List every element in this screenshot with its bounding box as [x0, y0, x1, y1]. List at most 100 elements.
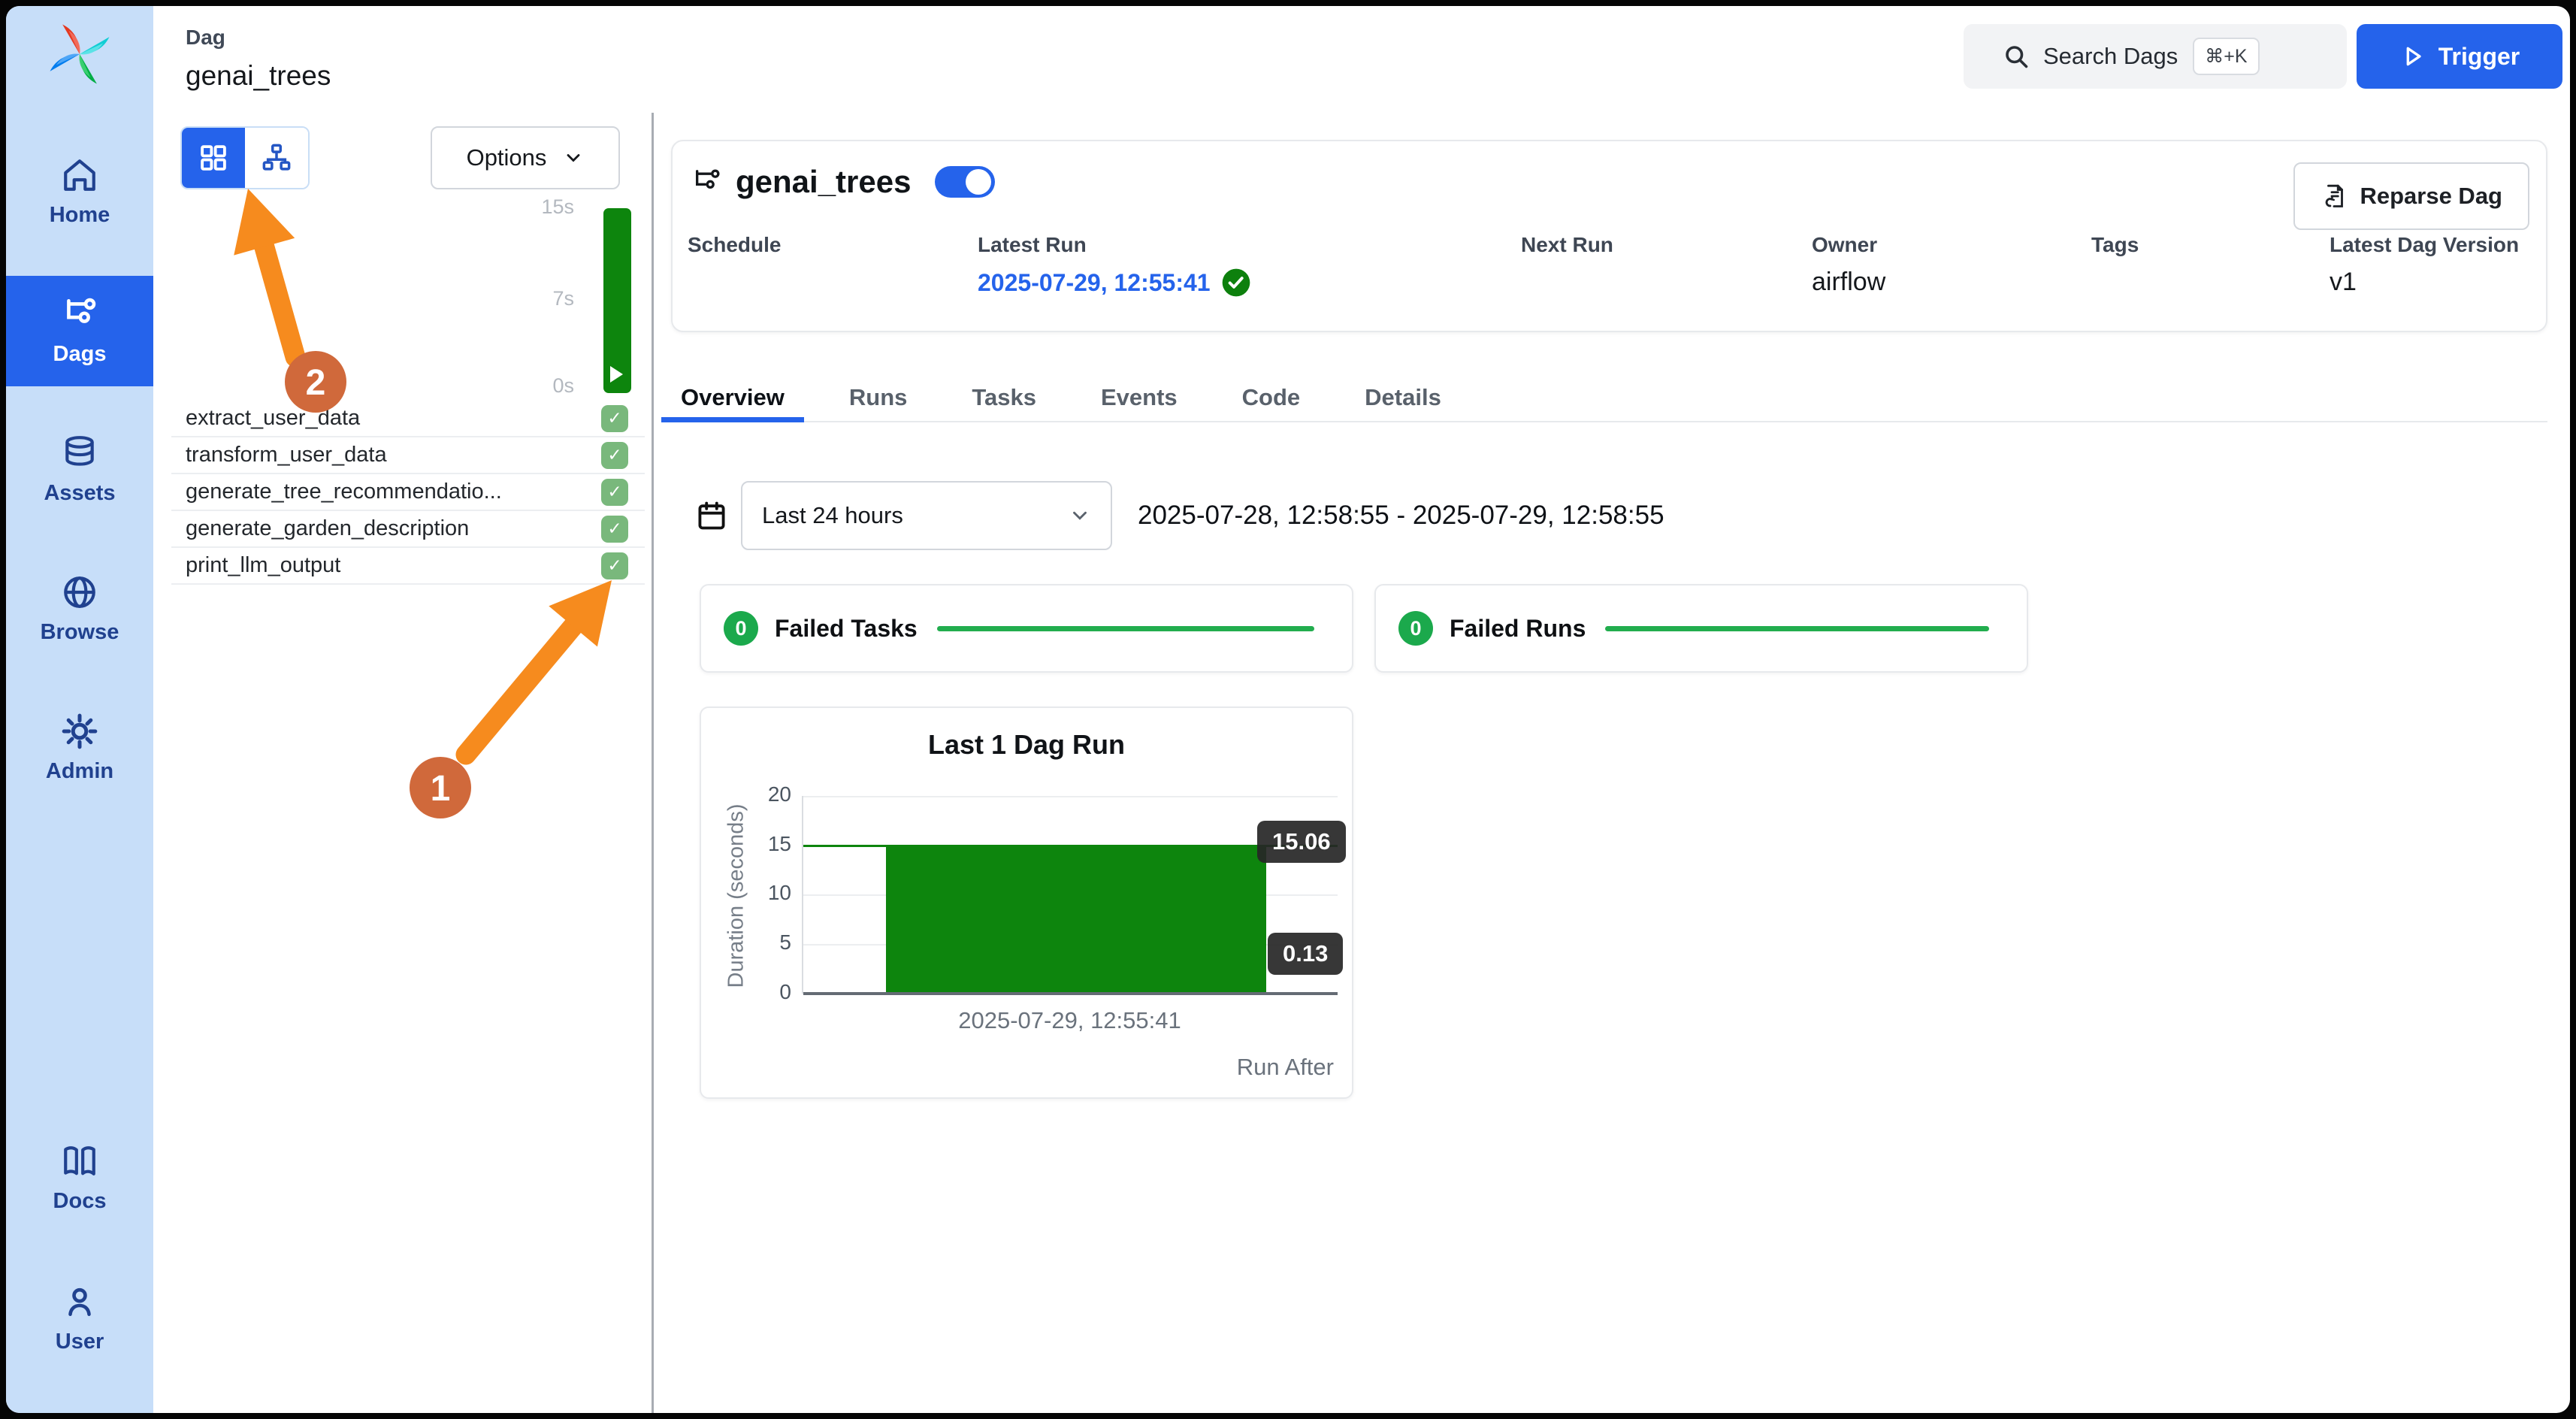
search-icon [2003, 43, 2030, 70]
chart-ytick: 10 [742, 881, 791, 905]
play-icon [2399, 44, 2425, 69]
field-label-next-run: Next Run [1521, 233, 1613, 257]
duration-tick: 0s [525, 374, 574, 398]
chart-plot-area: 15.06 0.13 [802, 796, 1338, 994]
trigger-label: Trigger [2438, 43, 2520, 71]
breadcrumb: Dag [186, 26, 225, 50]
trigger-button[interactable]: Trigger [2357, 24, 2562, 89]
task-row[interactable]: print_llm_output ✓ [171, 548, 645, 585]
sidebar-item-assets[interactable]: Assets [6, 415, 153, 525]
queued-duration-label: 0.13 [1268, 933, 1343, 975]
annotation-badge-1 [410, 757, 471, 818]
home-icon [61, 156, 98, 194]
options-label: Options [467, 144, 547, 171]
sidebar-item-label: Dags [53, 342, 107, 367]
sidebar-item-dags[interactable]: Dags [6, 276, 153, 386]
field-label-tags: Tags [2091, 233, 2139, 257]
failed-runs-label: Failed Runs [1450, 615, 1586, 643]
chevron-down-icon [563, 147, 584, 168]
database-icon [61, 434, 98, 472]
breadcrumb-dag-name: genai_trees [186, 60, 331, 92]
svg-text:2: 2 [306, 363, 326, 403]
failed-tasks-card: 0 Failed Tasks [700, 584, 1353, 673]
task-row[interactable]: transform_user_data ✓ [171, 437, 645, 474]
time-range-select[interactable]: Last 24 hours [741, 481, 1112, 550]
tab-overview[interactable]: Overview [661, 374, 804, 421]
options-button[interactable]: Options [431, 126, 620, 189]
play-marker-icon [610, 366, 623, 383]
graph-view-button[interactable] [245, 128, 308, 188]
duration-tick: 15s [525, 195, 574, 219]
toggle-knob [966, 169, 991, 195]
chart-baseline [803, 992, 1338, 995]
version-value: v1 [2330, 268, 2357, 297]
dag-icon [692, 167, 722, 197]
sidebar-item-label: Admin [46, 759, 113, 784]
success-check-icon [1221, 268, 1251, 298]
task-row[interactable]: generate_tree_recommendatio... ✓ [171, 474, 645, 511]
chart-ytick: 20 [742, 782, 791, 806]
user-icon [61, 1283, 98, 1321]
task-name: print_llm_output [171, 553, 340, 578]
app-window: Home Dags Assets Browse Admin [6, 6, 2570, 1413]
owner-value: airflow [1812, 268, 1885, 297]
run-duration-bar[interactable] [886, 845, 1266, 994]
sidebar-item-label: User [56, 1330, 104, 1354]
gridline [803, 796, 1338, 797]
annotation-arrow-1: 1 [410, 580, 612, 818]
chart-ytick: 0 [742, 980, 791, 1004]
task-name: transform_user_data [171, 443, 387, 467]
sidebar-item-browse[interactable]: Browse [6, 554, 153, 664]
task-success-check-icon[interactable]: ✓ [601, 516, 628, 543]
reparse-dag-button[interactable]: Reparse Dag [2293, 162, 2529, 230]
tab-bar: Overview Runs Tasks Events Code Details [661, 374, 2547, 422]
failed-tasks-sparkline [937, 626, 1314, 631]
calendar-icon [695, 499, 728, 532]
search-input[interactable]: Search Dags ⌘+K [1964, 24, 2347, 89]
gear-icon [61, 713, 98, 750]
field-label-version: Latest Dag Version [2330, 233, 2519, 257]
field-label-owner: Owner [1812, 233, 1877, 257]
latest-run-link[interactable]: 2025-07-29, 12:55:41 [978, 268, 1251, 298]
grid-icon [198, 142, 229, 174]
panel-divider[interactable] [652, 113, 654, 1413]
chart-title: Last 1 Dag Run [701, 729, 1352, 761]
tab-events[interactable]: Events [1081, 374, 1197, 421]
latest-run-value: 2025-07-29, 12:55:41 [978, 269, 1211, 297]
time-range-text: 2025-07-28, 12:58:55 - 2025-07-29, 12:58… [1138, 481, 1664, 550]
sidebar-item-user[interactable]: User [6, 1263, 153, 1374]
dag-run-duration-chart-card: Last 1 Dag Run Duration (seconds) 20 15 … [700, 706, 1353, 1099]
reparse-icon [2321, 183, 2348, 210]
reparse-label: Reparse Dag [2360, 183, 2502, 210]
tab-details[interactable]: Details [1345, 374, 1461, 421]
airflow-logo-icon[interactable] [41, 15, 119, 93]
sidebar-item-label: Docs [53, 1189, 107, 1214]
task-row[interactable]: extract_user_data ✓ [171, 401, 645, 437]
globe-icon [61, 573, 98, 611]
tab-code[interactable]: Code [1223, 374, 1320, 421]
sidebar-item-home[interactable]: Home [6, 137, 153, 247]
failed-tasks-label: Failed Tasks [775, 615, 918, 643]
dag-run-duration-bar[interactable] [603, 208, 631, 393]
sidebar-item-admin[interactable]: Admin [6, 693, 153, 803]
search-shortcut-badge: ⌘+K [2193, 38, 2259, 75]
book-icon [61, 1142, 98, 1180]
sidebar-item-docs[interactable]: Docs [6, 1123, 153, 1233]
dag-pause-toggle[interactable] [935, 166, 995, 198]
task-success-check-icon[interactable]: ✓ [601, 442, 628, 469]
tab-runs[interactable]: Runs [830, 374, 927, 421]
dag-name: genai_trees [736, 164, 911, 200]
dag-header-card: genai_trees Reparse Dag Schedule Latest … [671, 140, 2547, 332]
sidebar-item-label: Assets [44, 481, 115, 506]
chart-ytick: 15 [742, 832, 791, 856]
tab-tasks[interactable]: Tasks [952, 374, 1056, 421]
annotation-arrow-2: 2 [234, 189, 346, 413]
task-success-check-icon[interactable]: ✓ [601, 479, 628, 506]
failed-runs-sparkline [1605, 626, 1989, 631]
grid-view-button[interactable] [182, 128, 245, 188]
task-success-check-icon[interactable]: ✓ [601, 552, 628, 579]
task-row[interactable]: generate_garden_description ✓ [171, 511, 645, 548]
task-success-check-icon[interactable]: ✓ [601, 405, 628, 432]
duration-tick: 7s [525, 287, 574, 310]
task-name: extract_user_data [171, 406, 360, 431]
